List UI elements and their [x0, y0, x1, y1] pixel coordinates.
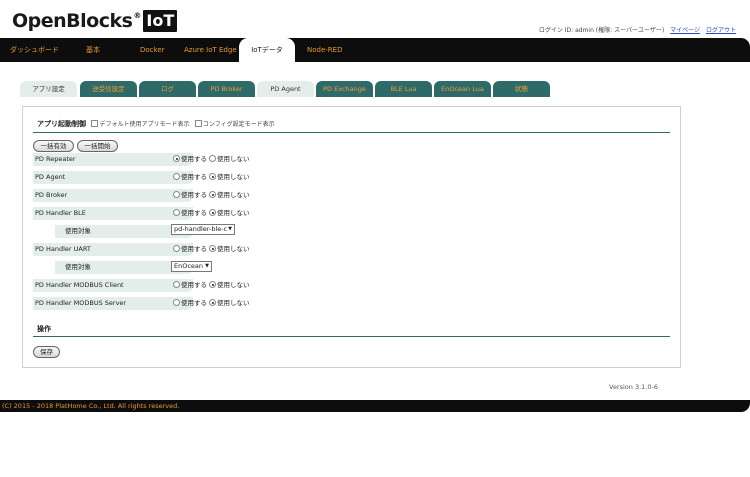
- radio-nouse-label: 使用しない: [217, 245, 250, 253]
- radio-group-pd-handler-modbus-client: 使用する 使用しない: [173, 279, 250, 292]
- save-button[interactable]: 保存: [33, 346, 60, 358]
- operation-title: 操作: [37, 325, 51, 333]
- radio-nouse-label: 使用しない: [217, 299, 250, 307]
- nav-iot-data[interactable]: IoTデータ: [239, 38, 295, 62]
- radio-nouse-label: 使用しない: [217, 173, 250, 181]
- radio-nouse[interactable]: [209, 245, 216, 252]
- row-label-pd-handler-modbus-server: PD Handler MODBUS Server: [33, 297, 193, 310]
- radio-nouse[interactable]: [209, 299, 216, 306]
- radio-use[interactable]: [173, 281, 180, 288]
- logo-iot-badge: IoT: [143, 10, 178, 32]
- tab-send-receive-settings[interactable]: 送受信設定: [80, 81, 137, 97]
- nav-docker[interactable]: Docker: [140, 38, 165, 62]
- tab-ble-lua[interactable]: BLE Lua: [375, 81, 432, 97]
- tab-enocean-lua[interactable]: EnOcean Lua: [434, 81, 491, 97]
- logo-registered-mark: ®: [133, 11, 142, 20]
- app-control-section: アプリ起動制御 デフォルト使用アプリモード表示 コンフィグ設定モード表示: [37, 119, 275, 129]
- user-info-bar: ログイン ID: admin (権限: スーパーユーザー) マイページ ログアウ…: [539, 25, 736, 34]
- login-info: ログイン ID: admin (権限: スーパーユーザー): [538, 27, 665, 34]
- ble-target-select[interactable]: pd-handler-ble-c ▼: [171, 224, 235, 235]
- radio-nouse-label: 使用しない: [217, 209, 250, 217]
- footer-copyright: (C) 2015 - 2018 PlatHome Co., Ltd. All r…: [0, 400, 750, 412]
- nav-basic[interactable]: 基本: [86, 38, 100, 62]
- nav-azure-iot-edge[interactable]: Azure IoT Edge: [184, 38, 237, 62]
- radio-nouse[interactable]: [209, 191, 216, 198]
- config-mode-checkbox[interactable]: [194, 120, 202, 127]
- row-label-pd-broker: PD Broker: [33, 189, 193, 202]
- radio-use-label: 使用する: [181, 299, 207, 307]
- operation-divider: [33, 336, 670, 337]
- radio-use[interactable]: [173, 155, 180, 162]
- config-mode-option[interactable]: コンフィグ設定モード表示: [194, 120, 275, 128]
- radio-group-pd-handler-ble: 使用する 使用しない: [173, 207, 250, 220]
- tab-pd-exchange[interactable]: PD Exchange: [316, 81, 373, 97]
- radio-group-pd-broker: 使用する 使用しない: [173, 189, 250, 202]
- default-mode-option[interactable]: デフォルト使用アプリモード表示: [91, 120, 190, 128]
- radio-nouse[interactable]: [209, 173, 216, 180]
- default-mode-checkbox[interactable]: [91, 120, 99, 127]
- tab-status[interactable]: 状態: [493, 81, 550, 97]
- logo-text: OpenBlocks: [12, 10, 133, 32]
- ble-target-value: pd-handler-ble-c: [174, 225, 228, 233]
- radio-nouse[interactable]: [209, 281, 216, 288]
- radio-group-pd-handler-uart: 使用する 使用しない: [173, 243, 250, 256]
- radio-use[interactable]: [173, 191, 180, 198]
- nav-node-red[interactable]: Node-RED: [307, 38, 342, 62]
- bulk-start-button[interactable]: 一括開始: [77, 140, 118, 152]
- radio-group-pd-repeater: 使用する 使用しない: [173, 153, 250, 166]
- row-label-pd-agent: PD Agent: [33, 171, 193, 184]
- tab-pd-agent[interactable]: PD Agent: [257, 81, 314, 97]
- radio-nouse-label: 使用しない: [217, 191, 250, 199]
- radio-use-label: 使用する: [181, 191, 207, 199]
- row-label-pd-handler-uart: PD Handler UART: [33, 243, 193, 256]
- radio-use-label: 使用する: [181, 209, 207, 217]
- radio-use-label: 使用する: [181, 281, 207, 289]
- tab-pd-broker[interactable]: PD Broker: [198, 81, 255, 97]
- radio-group-pd-agent: 使用する 使用しない: [173, 171, 250, 184]
- row-label-pd-repeater: PD Repeater: [33, 153, 193, 166]
- radio-use-label: 使用する: [181, 173, 207, 181]
- mypage-link[interactable]: マイページ: [670, 27, 700, 34]
- version-label: Version 3.1.0-6: [609, 383, 658, 391]
- radio-nouse[interactable]: [209, 209, 216, 216]
- dropdown-arrow-icon: ▼: [228, 226, 232, 232]
- radio-use-label: 使用する: [181, 245, 207, 253]
- radio-nouse-label: 使用しない: [217, 281, 250, 289]
- dropdown-arrow-icon: ▼: [205, 263, 209, 269]
- main-nav: ダッシュボード 基本 Docker Azure IoT Edge IoTデータ …: [0, 38, 750, 62]
- radio-use-label: 使用する: [181, 155, 207, 163]
- app-control-title: アプリ起動制御: [37, 120, 86, 128]
- radio-use[interactable]: [173, 245, 180, 252]
- config-mode-label: コンフィグ設定モード表示: [202, 121, 275, 128]
- radio-group-pd-handler-modbus-server: 使用する 使用しない: [173, 297, 250, 310]
- radio-nouse-label: 使用しない: [217, 155, 250, 163]
- app-settings-panel: アプリ起動制御 デフォルト使用アプリモード表示 コンフィグ設定モード表示 一括有…: [22, 106, 681, 368]
- radio-use[interactable]: [173, 299, 180, 306]
- uart-target-value: EnOcean: [174, 262, 204, 270]
- row-label-pd-handler-modbus-client: PD Handler MODBUS Client: [33, 279, 193, 292]
- radio-nouse[interactable]: [209, 155, 216, 162]
- tab-log[interactable]: ログ: [139, 81, 196, 97]
- bulk-enable-button[interactable]: 一括有効: [33, 140, 74, 152]
- radio-use[interactable]: [173, 209, 180, 216]
- radio-use[interactable]: [173, 173, 180, 180]
- row-label-pd-handler-ble: PD Handler BLE: [33, 207, 193, 220]
- openblocks-logo: OpenBlocks ® IoT: [12, 8, 178, 34]
- section-divider: [33, 132, 670, 133]
- uart-target-select[interactable]: EnOcean ▼: [171, 261, 212, 272]
- default-mode-label: デフォルト使用アプリモード表示: [99, 121, 190, 128]
- nav-dashboard[interactable]: ダッシュボード: [10, 38, 59, 62]
- tab-app-settings[interactable]: アプリ設定: [20, 81, 77, 97]
- logout-link[interactable]: ログアウト: [706, 27, 736, 34]
